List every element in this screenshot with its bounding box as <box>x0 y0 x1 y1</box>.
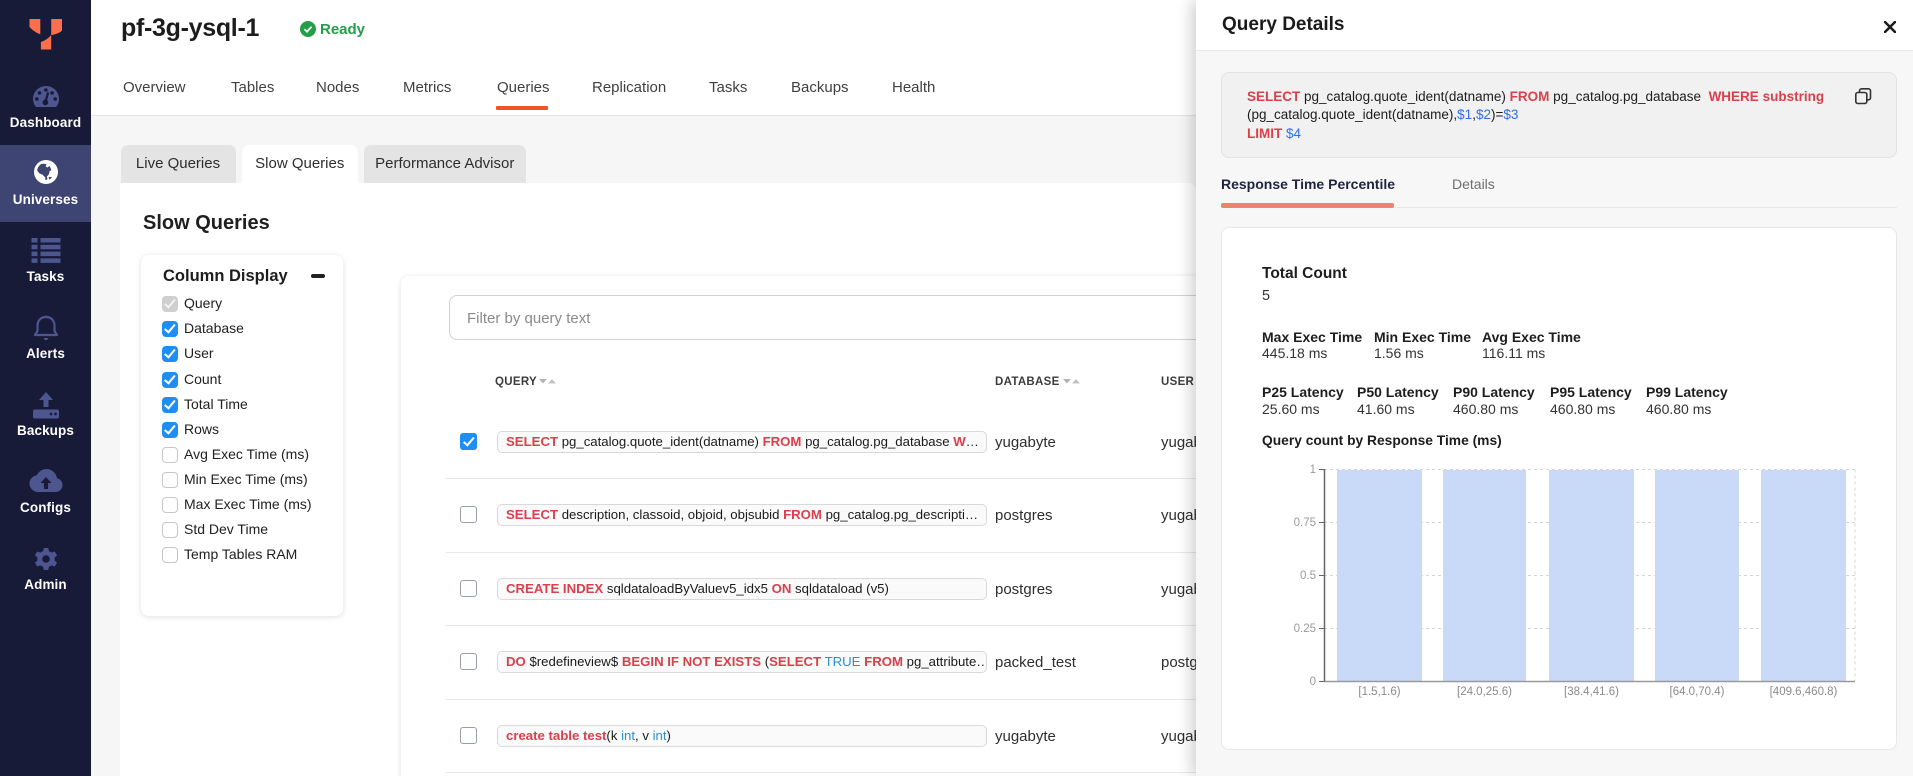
svg-text:[64.0,70.4): [64.0,70.4) <box>1670 686 1725 698</box>
svg-text:[24.0,25.6): [24.0,25.6) <box>1457 686 1512 698</box>
svg-text:1: 1 <box>1310 464 1316 476</box>
svg-text:[409.6,460.8): [409.6,460.8) <box>1770 686 1838 698</box>
svg-text:0: 0 <box>1310 676 1316 688</box>
svg-text:[38.4,41.6): [38.4,41.6) <box>1564 686 1619 698</box>
svg-text:[1.5,1.6): [1.5,1.6) <box>1358 686 1400 698</box>
svg-text:0.5: 0.5 <box>1300 570 1316 582</box>
svg-text:0.25: 0.25 <box>1294 623 1316 635</box>
svg-text:0.75: 0.75 <box>1294 517 1316 529</box>
